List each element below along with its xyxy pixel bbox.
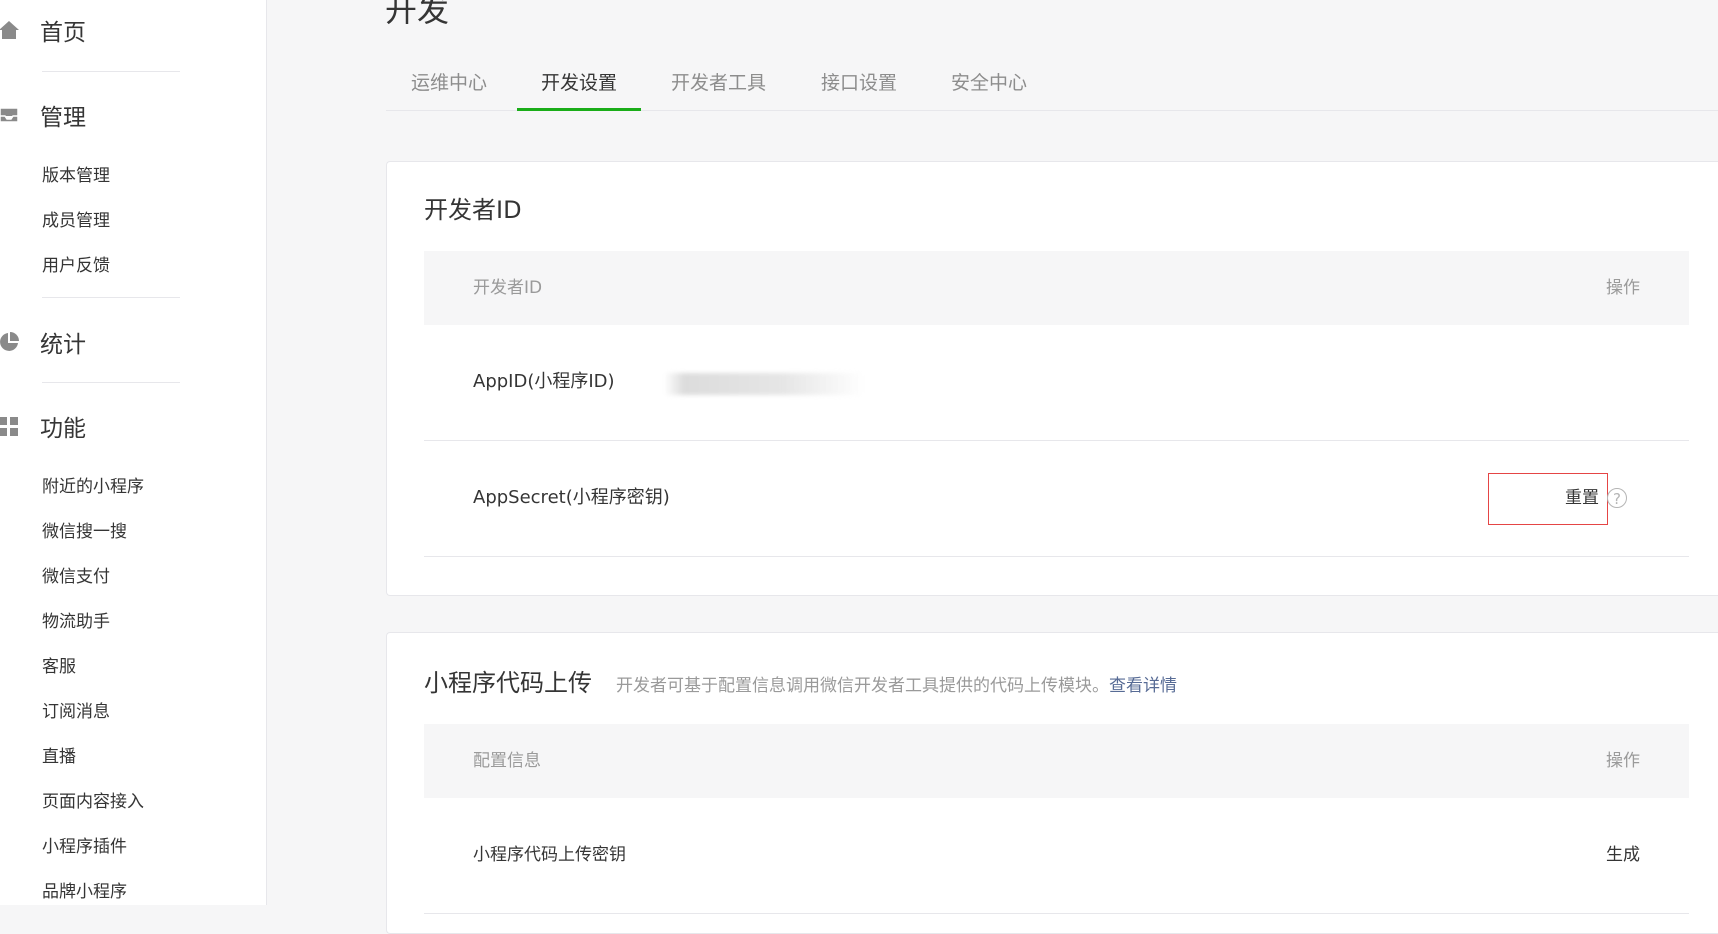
page-title: 开发	[385, 0, 450, 29]
table-row: 小程序代码上传密钥 生成	[424, 798, 1689, 914]
card-title: 小程序代码上传 开发者可基于配置信息调用微信开发者工具提供的代码上传模块。查看详情	[424, 663, 1177, 698]
generate-link[interactable]: 生成	[1606, 842, 1640, 868]
sidebar-item-plugin[interactable]: 小程序插件	[42, 835, 127, 859]
table-header: 开发者ID 操作	[424, 251, 1689, 325]
nav-home-label: 首页	[40, 20, 86, 46]
appsecret-label: AppSecret(小程序密钥)	[473, 487, 670, 508]
tab-api-settings[interactable]: 接口设置	[821, 56, 897, 110]
pie-chart-icon	[0, 331, 20, 353]
home-icon	[0, 19, 20, 41]
sidebar-item-content[interactable]: 页面内容接入	[42, 790, 144, 814]
card-title: 开发者ID	[424, 196, 522, 224]
nav-home[interactable]: 首页	[0, 10, 266, 50]
sidebar-item-pay[interactable]: 微信支付	[42, 565, 110, 589]
tab-ops[interactable]: 运维中心	[411, 56, 487, 110]
upload-title: 小程序代码上传	[424, 669, 592, 697]
tab-security[interactable]: 安全中心	[951, 56, 1027, 110]
view-details-link[interactable]: 查看详情	[1109, 676, 1177, 696]
appid-label: AppID(小程序ID)	[473, 371, 615, 392]
sidebar-item-feedback[interactable]: 用户反馈	[42, 254, 110, 278]
upload-key-label: 小程序代码上传密钥	[473, 845, 626, 865]
sidebar-item-logistics[interactable]: 物流助手	[42, 610, 110, 634]
inbox-icon	[0, 104, 20, 126]
table-header: 配置信息 操作	[424, 724, 1689, 798]
sidebar-item-brand[interactable]: 品牌小程序	[42, 880, 127, 904]
header-config: 配置信息	[473, 751, 541, 771]
tab-dev-tools[interactable]: 开发者工具	[671, 56, 766, 110]
tab-bar: 运维中心 开发设置 开发者工具 接口设置 安全中心	[386, 56, 1718, 111]
nav-features-label: 功能	[40, 416, 86, 442]
grid-icon	[0, 415, 20, 437]
sidebar-item-members[interactable]: 成员管理	[42, 209, 110, 233]
tab-dev-settings[interactable]: 开发设置	[516, 56, 642, 111]
table-row: AppID(小程序ID)	[424, 325, 1689, 441]
help-icon[interactable]: ?	[1607, 488, 1627, 508]
table-row: AppSecret(小程序密钥) 重置 ?	[424, 441, 1689, 557]
sidebar-item-subscribe[interactable]: 订阅消息	[42, 700, 110, 724]
redacted-appid	[664, 373, 864, 395]
nav-stats[interactable]: 统计	[0, 322, 266, 362]
header-action: 操作	[1606, 278, 1640, 298]
sidebar-item-version[interactable]: 版本管理	[42, 164, 110, 188]
dev-id-card: 开发者ID 开发者ID 操作 AppID(小程序ID) AppSecret(小程…	[386, 161, 1718, 596]
nav-divider	[42, 71, 180, 72]
sidebar: 首页 管理 版本管理 成员管理 用户反馈 统计 功能 附近的小程序 微信搜一搜 …	[0, 0, 267, 905]
sidebar-item-service[interactable]: 客服	[42, 655, 76, 679]
nav-divider	[42, 297, 180, 298]
nav-features[interactable]: 功能	[0, 406, 266, 446]
sidebar-item-nearby[interactable]: 附近的小程序	[42, 475, 144, 499]
nav-manage-label: 管理	[40, 105, 86, 131]
sidebar-item-search[interactable]: 微信搜一搜	[42, 520, 127, 544]
sidebar-item-live[interactable]: 直播	[42, 745, 76, 769]
nav-divider	[42, 382, 180, 383]
nav-stats-label: 统计	[40, 332, 86, 358]
header-action: 操作	[1606, 751, 1640, 771]
header-dev-id: 开发者ID	[473, 278, 543, 298]
reset-link[interactable]: 重置	[1565, 485, 1599, 511]
code-upload-card: 小程序代码上传 开发者可基于配置信息调用微信开发者工具提供的代码上传模块。查看详情…	[386, 632, 1718, 934]
nav-manage[interactable]: 管理	[0, 95, 266, 135]
upload-desc: 开发者可基于配置信息调用微信开发者工具提供的代码上传模块。	[616, 676, 1109, 696]
